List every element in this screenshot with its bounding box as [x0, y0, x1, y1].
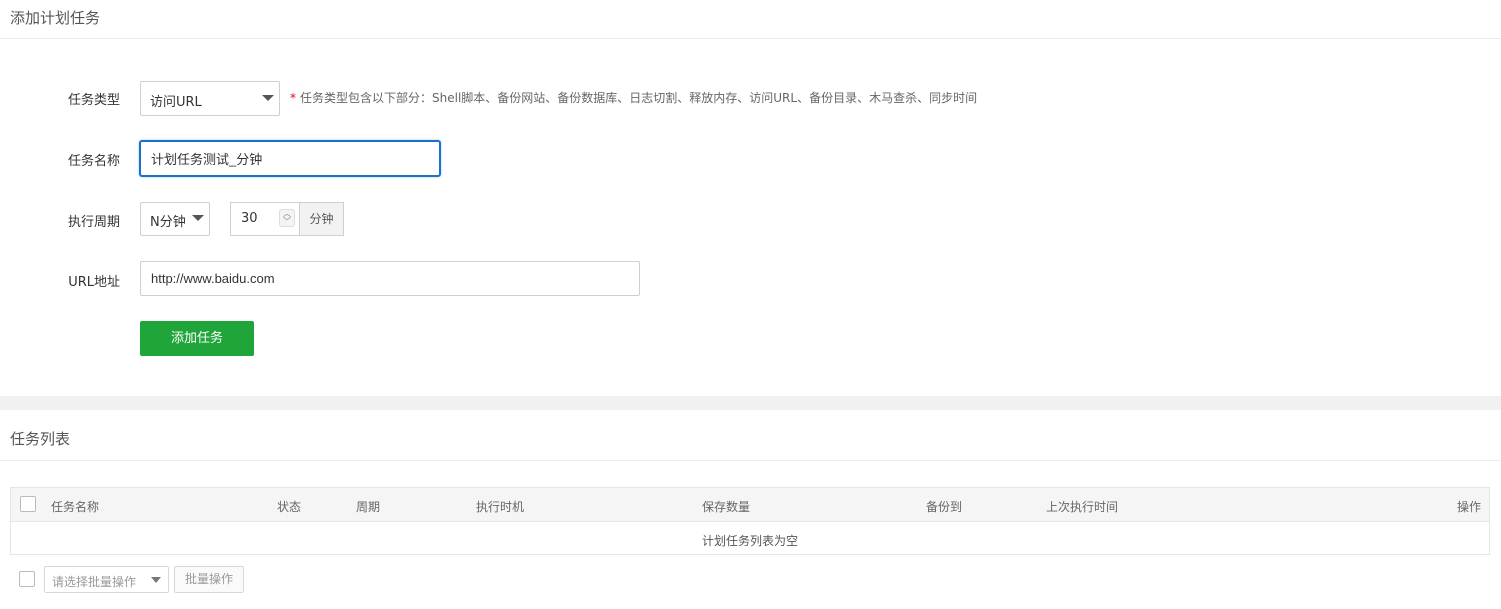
cycle-label: 执行周期: [67, 215, 120, 230]
task-type-tip-text: 任务类型包含以下部分：Shell脚本、备份网站、备份数据库、日志切割、释放内存、…: [300, 91, 978, 105]
minutes-unit-addon: 分钟: [299, 202, 344, 236]
title-divider: [0, 38, 1501, 39]
url-label: URL地址: [68, 275, 120, 290]
table-header: 任务名称 状态 周期 执行时机 保存数量 备份到 上次执行时间 操作: [11, 488, 1489, 522]
batch-action-button[interactable]: 批量操作: [174, 566, 244, 593]
batch-action-placeholder: 请选择批量操作: [52, 575, 137, 589]
caret-down-icon: [192, 215, 204, 221]
task-type-value: 访问URL: [150, 95, 202, 110]
column-header[interactable]: 上次执行时间: [1046, 498, 1118, 515]
task-name-input[interactable]: [139, 140, 441, 177]
section-separator: [0, 396, 1501, 410]
task-type-label: 任务类型: [67, 93, 120, 108]
column-header[interactable]: 保存数量: [702, 498, 750, 515]
task-list-title: 任务列表: [10, 430, 71, 448]
task-type-tip: * 任务类型包含以下部分：Shell脚本、备份网站、备份数据库、日志切割、释放内存…: [290, 89, 977, 106]
add-task-title: 添加计划任务: [10, 9, 101, 27]
cycle-value: N分钟: [150, 215, 186, 230]
column-header[interactable]: 备份到: [926, 498, 962, 515]
spinner-arrows-icon[interactable]: ︿ ﹀: [279, 209, 295, 227]
url-input[interactable]: [140, 261, 640, 296]
spinner-down-icon[interactable]: ﹀: [283, 218, 291, 226]
add-task-button[interactable]: 添加任务: [140, 321, 254, 356]
column-header: 操作: [1457, 500, 1482, 514]
column-header[interactable]: 任务名称: [51, 498, 99, 515]
column-header[interactable]: 周期: [356, 498, 380, 515]
list-title-divider: [0, 460, 1501, 461]
required-mark: *: [290, 91, 296, 105]
cycle-select[interactable]: N分钟: [140, 202, 210, 236]
column-header[interactable]: 执行时机: [476, 498, 524, 515]
task-name-label: 任务名称: [67, 154, 120, 169]
minutes-number-value: 30: [241, 211, 258, 226]
caret-down-icon: [262, 95, 274, 101]
column-header[interactable]: 状态: [277, 498, 301, 515]
select-all-checkbox[interactable]: [20, 496, 36, 512]
task-type-select[interactable]: 访问URL: [140, 81, 280, 116]
batch-action-select[interactable]: 请选择批量操作: [44, 566, 169, 593]
batch-checkbox[interactable]: [19, 571, 35, 587]
caret-down-icon: [151, 577, 161, 583]
empty-list-message: 计划任务列表为空: [701, 534, 798, 548]
task-table: 任务名称 状态 周期 执行时机 保存数量 备份到 上次执行时间 操作 计划任务列…: [10, 487, 1490, 555]
